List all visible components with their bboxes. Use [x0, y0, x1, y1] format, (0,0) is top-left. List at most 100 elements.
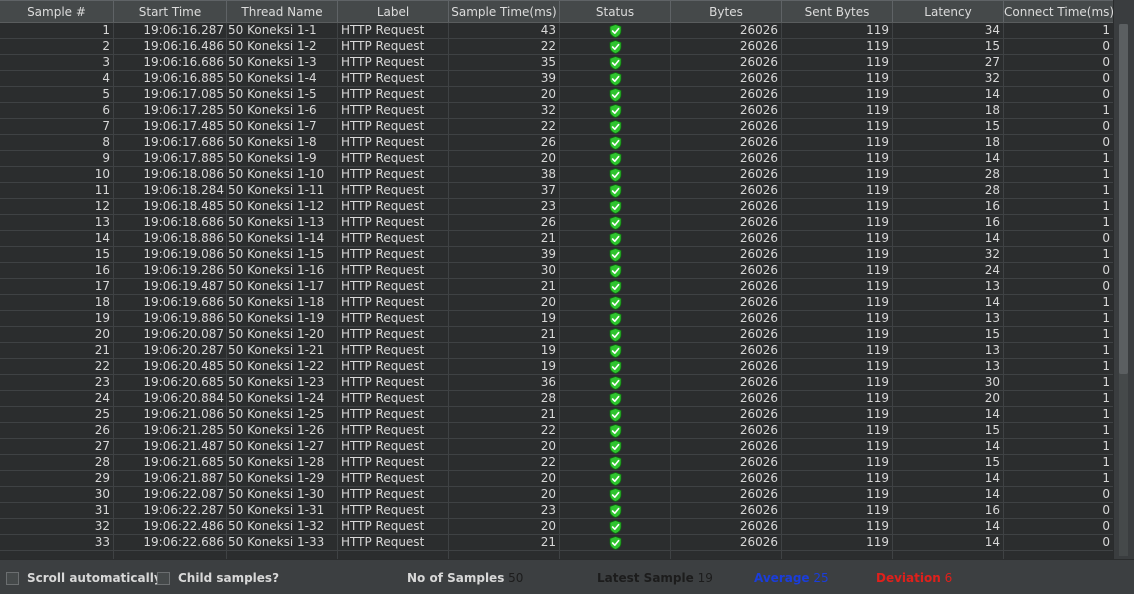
thread-name-cell: 50 Koneksi 1-20: [227, 327, 338, 343]
table-row[interactable]: 20 19:06:20.087 50 Koneksi 1-20 HTTP Reques…: [0, 327, 1114, 343]
table-row[interactable]: 17 19:06:19.487 50 Koneksi 1-17 HTTP Reques…: [0, 279, 1114, 295]
table-row[interactable]: 28 19:06:21.685 50 Koneksi 1-28 HTTP Reques…: [0, 455, 1114, 471]
connect-time-cell: 1: [1004, 103, 1114, 119]
label-cell: HTTP Request: [338, 151, 449, 167]
label-cell: HTTP Request: [338, 183, 449, 199]
table-row[interactable]: 27 19:06:21.487 50 Koneksi 1-27 HTTP Reques…: [0, 439, 1114, 455]
scroll-automatically-checkbox-box[interactable]: [6, 571, 19, 585]
bytes-cell: 26026: [671, 359, 782, 375]
column-header-thread-name[interactable]: Thread Name: [227, 0, 338, 22]
latency-cell: 14: [893, 471, 1004, 487]
column-header-latency[interactable]: Latency: [893, 0, 1004, 22]
table-body[interactable]: 1 19:06:16.287 50 Koneksi 1-1 HTTP Request 4…: [0, 23, 1114, 559]
sent-bytes-cell: 119: [782, 423, 893, 439]
scroll-thumb[interactable]: [1119, 24, 1128, 374]
table-row[interactable]: 33 19:06:22.686 50 Koneksi 1-33 HTTP Reques…: [0, 535, 1114, 551]
column-header-sample-time[interactable]: Sample Time(ms): [449, 0, 560, 22]
thread-name-cell: 50 Koneksi 1-32: [227, 519, 338, 535]
column-header-connect-time[interactable]: Connect Time(ms): [1004, 0, 1114, 22]
table-row[interactable]: 18 19:06:19.686 50 Koneksi 1-18 HTTP Reques…: [0, 295, 1114, 311]
status-cell: [560, 503, 671, 519]
table-row[interactable]: 31 19:06:22.287 50 Koneksi 1-31 HTTP Reques…: [0, 503, 1114, 519]
table-row[interactable]: 13 19:06:18.686 50 Koneksi 1-13 HTTP Reques…: [0, 215, 1114, 231]
bytes-cell: 26026: [671, 135, 782, 151]
thread-name-cell: 50 Koneksi 1-17: [227, 279, 338, 295]
table-row[interactable]: 8 19:06:17.686 50 Koneksi 1-8 HTTP Request 2…: [0, 135, 1114, 151]
table-row[interactable]: 19 19:06:19.886 50 Koneksi 1-19 HTTP Reques…: [0, 311, 1114, 327]
shield-check-icon: [609, 216, 622, 230]
shield-check-icon: [609, 136, 622, 150]
connect-time-cell: 1: [1004, 343, 1114, 359]
column-header-status[interactable]: Status: [560, 0, 671, 22]
table-row[interactable]: 32 19:06:22.486 50 Koneksi 1-32 HTTP Reques…: [0, 519, 1114, 535]
table-row[interactable]: 10 19:06:18.086 50 Koneksi 1-10 HTTP Reques…: [0, 167, 1114, 183]
label-cell: HTTP Request: [338, 263, 449, 279]
table-row[interactable]: 26 19:06:21.285 50 Koneksi 1-26 HTTP Reques…: [0, 423, 1114, 439]
sample-number-cell: 6: [0, 103, 114, 119]
table-row[interactable]: 5 19:06:17.085 50 Koneksi 1-5 HTTP Request 2…: [0, 87, 1114, 103]
child-samples-checkbox[interactable]: Child samples?: [157, 571, 279, 585]
table-row[interactable]: 24 19:06:20.884 50 Koneksi 1-24 HTTP Reques…: [0, 391, 1114, 407]
thread-name-cell: 50 Koneksi 1-31: [227, 503, 338, 519]
start-time-cell: 19:06:21.285: [114, 423, 227, 439]
latency-cell: 15: [893, 423, 1004, 439]
label-cell: HTTP Request: [338, 407, 449, 423]
table-row[interactable]: 29 19:06:21.887 50 Koneksi 1-29 HTTP Reques…: [0, 471, 1114, 487]
table-row[interactable]: 25 19:06:21.086 50 Koneksi 1-25 HTTP Reques…: [0, 407, 1114, 423]
table-row[interactable]: 6 19:06:17.285 50 Koneksi 1-6 HTTP Request 3…: [0, 103, 1114, 119]
vertical-scrollbar[interactable]: [1113, 0, 1134, 559]
table-row[interactable]: 15 19:06:19.086 50 Koneksi 1-15 HTTP Reques…: [0, 247, 1114, 263]
shield-check-icon: [609, 232, 622, 246]
table-row[interactable]: 2 19:06:16.486 50 Koneksi 1-2 HTTP Request 2…: [0, 39, 1114, 55]
shield-check-icon: [609, 392, 622, 406]
start-time-cell: 19:06:22.486: [114, 519, 227, 535]
latency-cell: 24: [893, 263, 1004, 279]
status-footer: Scroll automatically? Child samples? No …: [0, 559, 1134, 594]
connect-time-cell: 1: [1004, 167, 1114, 183]
column-header-bytes[interactable]: Bytes: [671, 0, 782, 22]
latency-cell: 14: [893, 487, 1004, 503]
thread-name-cell: 50 Koneksi 1-19: [227, 311, 338, 327]
table-row[interactable]: 4 19:06:16.885 50 Koneksi 1-4 HTTP Request 3…: [0, 71, 1114, 87]
sent-bytes-cell: 119: [782, 311, 893, 327]
bytes-cell: 26026: [671, 199, 782, 215]
table-row[interactable]: 22 19:06:20.485 50 Koneksi 1-22 HTTP Reques…: [0, 359, 1114, 375]
sent-bytes-cell: 119: [782, 183, 893, 199]
table-row[interactable]: 14 19:06:18.886 50 Koneksi 1-14 HTTP Reques…: [0, 231, 1114, 247]
table-row[interactable]: 7 19:06:17.485 50 Koneksi 1-7 HTTP Request 2…: [0, 119, 1114, 135]
shield-check-icon: [609, 88, 622, 102]
bytes-cell: 26026: [671, 71, 782, 87]
connect-time-cell: 1: [1004, 151, 1114, 167]
sample-number-cell: 15: [0, 247, 114, 263]
thread-name-cell: 50 Koneksi 1-10: [227, 167, 338, 183]
column-header-sample-number[interactable]: Sample #: [0, 0, 114, 22]
table-row[interactable]: 23 19:06:20.685 50 Koneksi 1-23 HTTP Reques…: [0, 375, 1114, 391]
label-cell: HTTP Request: [338, 455, 449, 471]
shield-check-icon: [609, 184, 622, 198]
connect-time-cell: 1: [1004, 375, 1114, 391]
bytes-cell: 26026: [671, 55, 782, 71]
scroll-automatically-checkbox[interactable]: Scroll automatically?: [6, 571, 169, 585]
column-header-sent-bytes[interactable]: Sent Bytes: [782, 0, 893, 22]
table-row[interactable]: 21 19:06:20.287 50 Koneksi 1-21 HTTP Reques…: [0, 343, 1114, 359]
column-header-start-time[interactable]: Start Time: [114, 0, 227, 22]
no-of-samples-value: 50: [508, 571, 524, 585]
table-row[interactable]: 3 19:06:16.686 50 Koneksi 1-3 HTTP Request 3…: [0, 55, 1114, 71]
shield-check-icon: [609, 520, 622, 534]
sent-bytes-cell: 119: [782, 119, 893, 135]
latest-sample-stat: Latest Sample 19: [597, 571, 713, 585]
table-row[interactable]: 16 19:06:19.286 50 Koneksi 1-16 HTTP Reques…: [0, 263, 1114, 279]
column-header-label[interactable]: Label: [338, 0, 449, 22]
table-row[interactable]: 9 19:06:17.885 50 Koneksi 1-9 HTTP Request 2…: [0, 151, 1114, 167]
sample-number-cell: 26: [0, 423, 114, 439]
shield-check-icon: [609, 312, 622, 326]
average-value: 25: [813, 571, 829, 585]
table-row[interactable]: 11 19:06:18.284 50 Koneksi 1-11 HTTP Reques…: [0, 183, 1114, 199]
child-samples-checkbox-box[interactable]: [157, 571, 170, 585]
bytes-cell: 26026: [671, 503, 782, 519]
table-row[interactable]: 30 19:06:22.087 50 Koneksi 1-30 HTTP Reques…: [0, 487, 1114, 503]
label-cell: HTTP Request: [338, 199, 449, 215]
table-row[interactable]: 12 19:06:18.485 50 Koneksi 1-12 HTTP Reques…: [0, 199, 1114, 215]
status-cell: [560, 167, 671, 183]
table-row[interactable]: 1 19:06:16.287 50 Koneksi 1-1 HTTP Request 4…: [0, 23, 1114, 39]
